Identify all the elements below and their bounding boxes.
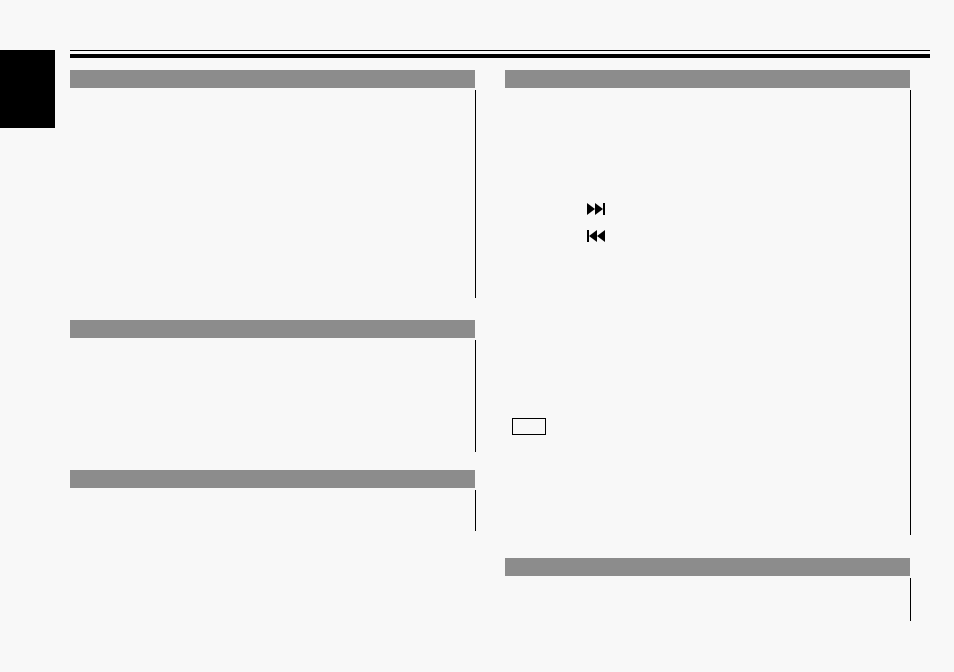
vertical-separator <box>475 340 476 452</box>
vertical-separator <box>910 578 911 621</box>
top-thin-rule <box>70 50 930 51</box>
left-section-2 <box>70 320 475 340</box>
next-track-icon <box>587 203 607 215</box>
section-header-bar <box>70 470 475 488</box>
right-column <box>505 70 910 630</box>
left-column <box>70 70 475 630</box>
vertical-separator <box>475 490 476 531</box>
right-section-2 <box>505 558 910 578</box>
section-header-bar <box>505 70 910 88</box>
top-thick-rule <box>70 54 930 58</box>
document-page <box>0 0 954 672</box>
section-header-bar <box>505 558 910 576</box>
vertical-separator <box>910 90 911 535</box>
section-header-bar <box>70 320 475 338</box>
right-section-1 <box>505 70 910 90</box>
prev-track-icon <box>587 230 607 242</box>
side-tab <box>0 50 55 128</box>
columns-container <box>70 70 910 630</box>
vertical-separator <box>475 90 476 298</box>
section-header-bar <box>70 70 475 88</box>
left-section-3 <box>70 470 475 490</box>
left-section-1 <box>70 70 475 90</box>
outlined-box <box>512 418 546 435</box>
